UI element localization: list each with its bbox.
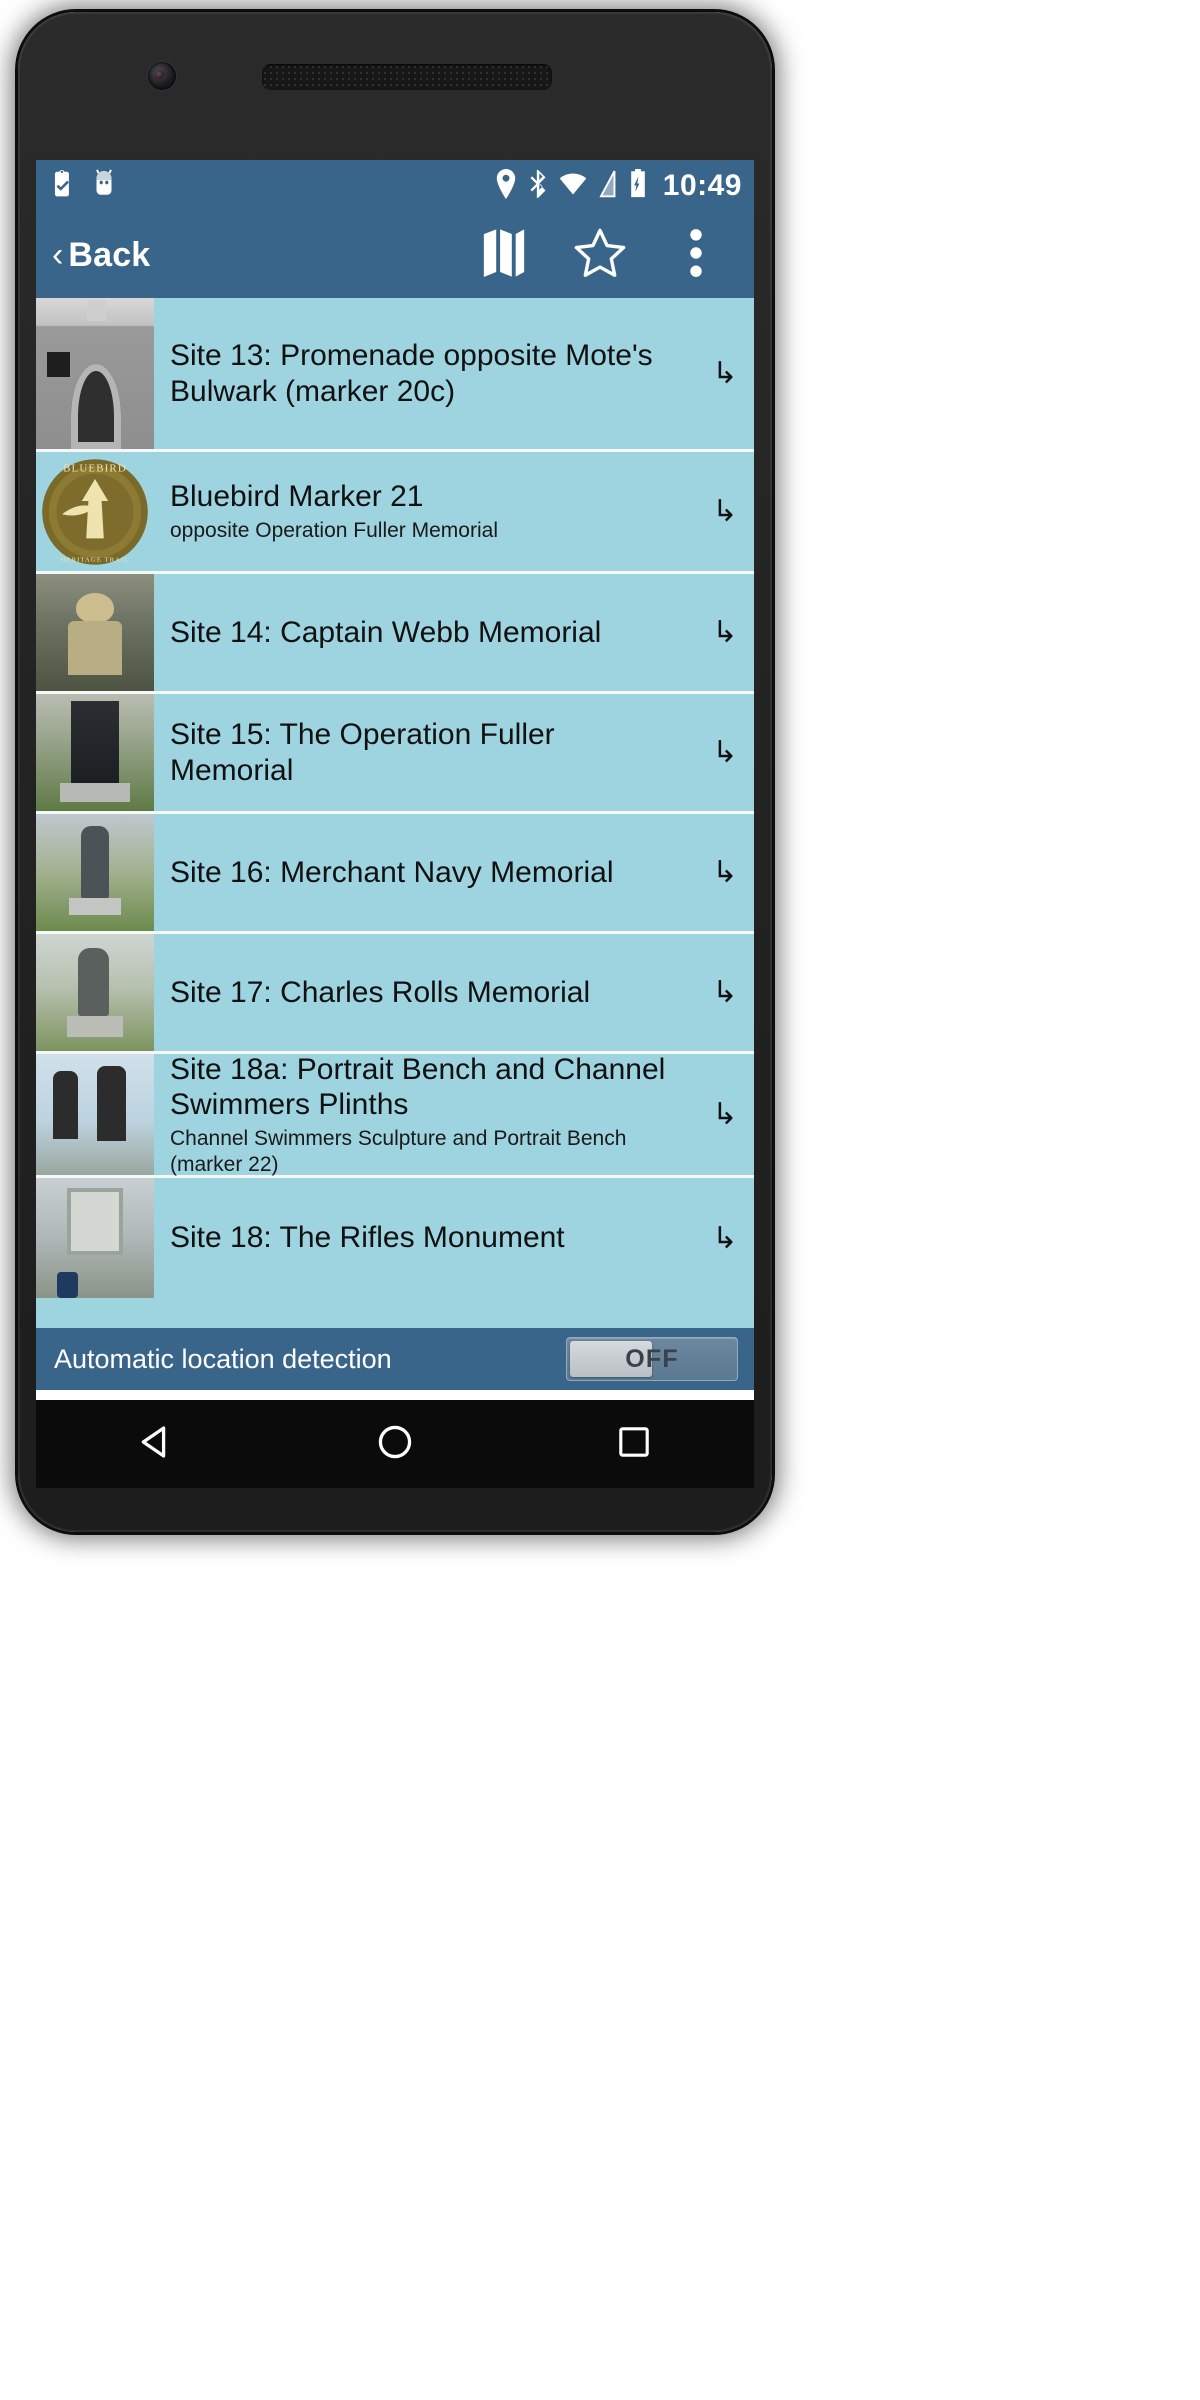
status-bar: 10:49 xyxy=(36,160,754,212)
list-item[interactable]: Site 13: Promenade opposite Mote's Bulwa… xyxy=(36,298,754,452)
svg-text:BLUEBIRD: BLUEBIRD xyxy=(63,462,127,474)
list-item[interactable]: Site 17: Charles Rolls Memorial ↳ xyxy=(36,934,754,1054)
list-item-thumbnail xyxy=(36,298,154,449)
phone-screen: 10:49 ‹ Back Site 13: Promenade opposite… xyxy=(36,160,754,1400)
svg-text:HERITAGE TRAIL: HERITAGE TRAIL xyxy=(61,556,130,563)
list-item-thumbnail xyxy=(36,694,154,811)
favourite-button[interactable] xyxy=(552,212,648,298)
android-navigation-bar xyxy=(36,1400,754,1488)
bluebird-medallion-icon: BLUEBIRD HERITAGE TRAIL xyxy=(42,458,148,565)
list-item-subtitle: Channel Swimmers Sculpture and Portrait … xyxy=(170,1127,627,1176)
status-bar-notification-icons xyxy=(50,168,118,204)
map-icon xyxy=(481,227,527,284)
overflow-menu-icon xyxy=(689,227,703,284)
list-item-arrow-icon: ↳ xyxy=(712,856,738,889)
map-button[interactable] xyxy=(456,212,552,298)
back-button[interactable]: ‹ Back xyxy=(52,236,150,275)
earpiece-speaker xyxy=(262,64,552,90)
status-bar-clock: 10:49 xyxy=(662,169,742,202)
list-item-thumbnail xyxy=(36,934,154,1051)
list-item-title: Bluebird Marker 21 xyxy=(170,480,424,514)
list-item[interactable]: Site 18: The Rifles Monument ↳ xyxy=(36,1178,754,1298)
recents-square-icon xyxy=(616,1424,652,1465)
list-item-title: Site 17: Charles Rolls Memorial xyxy=(170,975,591,1009)
list-item-arrow-icon: ↳ xyxy=(712,495,738,528)
list-item-arrow-icon: ↳ xyxy=(712,736,738,769)
action-bar-icons xyxy=(456,212,744,298)
list-item-title: Site 14: Captain Webb Memorial xyxy=(170,615,602,649)
signal-icon xyxy=(598,169,618,204)
list-item-thumbnail xyxy=(36,1054,154,1175)
list-item[interactable]: Site 14: Captain Webb Memorial ↳ xyxy=(36,574,754,694)
wifi-icon xyxy=(559,169,587,204)
list-item[interactable]: BLUEBIRD HERITAGE TRAIL Bluebird Marker … xyxy=(36,452,754,574)
list-item-arrow-icon: ↳ xyxy=(712,1221,738,1255)
clipboard-check-icon xyxy=(50,169,76,204)
nav-home-button[interactable] xyxy=(335,1400,455,1488)
list-item-title: Site 15: The Operation Fuller Memorial xyxy=(170,718,555,787)
location-pin-icon xyxy=(495,168,517,204)
phone-frame: 10:49 ‹ Back Site 13: Promenade opposite… xyxy=(18,12,772,1532)
automatic-location-detection-bar: Automatic location detection OFF xyxy=(36,1328,754,1390)
android-head-icon xyxy=(90,168,118,204)
list-item-thumbnail xyxy=(36,574,154,691)
nav-recents-button[interactable] xyxy=(574,1400,694,1488)
toggle-state-label: OFF xyxy=(625,1344,679,1373)
back-button-label: Back xyxy=(68,235,151,274)
battery-charging-icon xyxy=(629,168,647,204)
list-item-title: Site 18a: Portrait Bench and Channel Swi… xyxy=(170,1053,666,1122)
automatic-location-detection-label: Automatic location detection xyxy=(54,1343,392,1374)
list-item-thumbnail: BLUEBIRD HERITAGE TRAIL xyxy=(36,452,154,571)
list-item-title: Site 16: Merchant Navy Memorial xyxy=(170,855,614,889)
list-item-subtitle: opposite Operation Fuller Memorial xyxy=(170,519,498,543)
site-list[interactable]: Site 13: Promenade opposite Mote's Bulwa… xyxy=(36,298,754,1328)
list-item-arrow-icon: ↳ xyxy=(712,616,738,649)
action-bar: ‹ Back xyxy=(36,212,754,298)
list-item-arrow-icon: ↳ xyxy=(712,976,738,1009)
front-camera xyxy=(148,62,176,90)
list-item-arrow-icon: ↳ xyxy=(712,1098,738,1131)
list-item[interactable]: Site 15: The Operation Fuller Memorial ↳ xyxy=(36,694,754,814)
list-item-arrow-icon: ↳ xyxy=(712,357,738,390)
automatic-location-detection-toggle[interactable]: OFF xyxy=(566,1337,738,1381)
status-bar-system-icons: 10:49 xyxy=(495,168,742,204)
list-item[interactable]: Site 16: Merchant Navy Memorial ↳ xyxy=(36,814,754,934)
list-item-title: Site 18: The Rifles Monument xyxy=(170,1221,565,1255)
bluetooth-icon xyxy=(528,169,548,204)
star-icon xyxy=(574,227,626,284)
back-triangle-icon xyxy=(137,1423,175,1466)
overflow-menu-button[interactable] xyxy=(648,212,744,298)
home-circle-icon xyxy=(376,1423,414,1466)
nav-back-button[interactable] xyxy=(96,1400,216,1488)
list-item-thumbnail xyxy=(36,1178,154,1298)
list-item-thumbnail xyxy=(36,814,154,931)
list-item-title: Site 13: Promenade opposite Mote's Bulwa… xyxy=(170,339,653,408)
list-item[interactable]: Site 18a: Portrait Bench and Channel Swi… xyxy=(36,1053,754,1178)
back-chevron-icon: ‹ xyxy=(52,236,64,274)
